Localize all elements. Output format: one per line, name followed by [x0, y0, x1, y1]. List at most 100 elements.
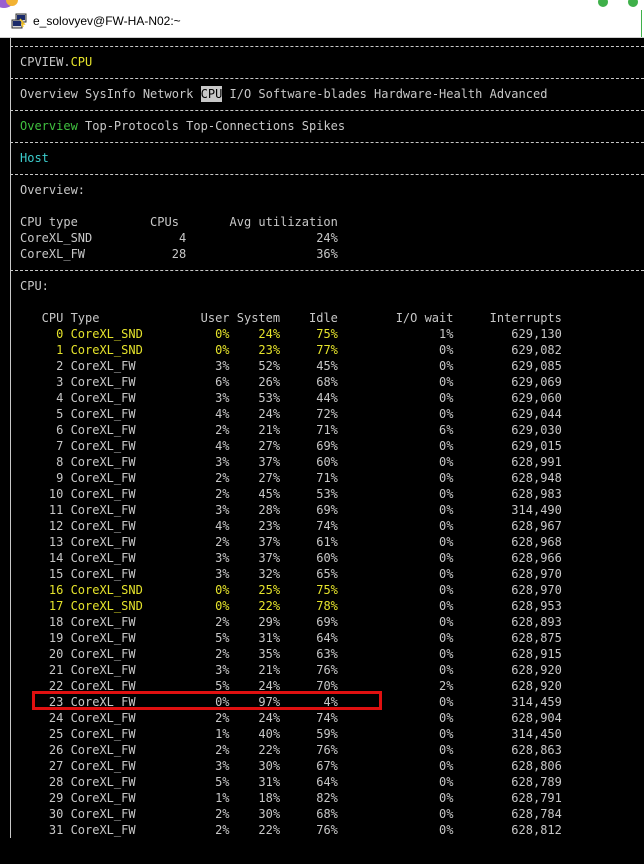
cpu-iowait: 0% [395, 375, 454, 389]
cpu-row: 16 CoreXL_SND 0% 25% 75% 0% 628,970 [0, 582, 644, 598]
cpu-interrupts: 629,085 [489, 359, 562, 373]
overview-row: CoreXL_FW 28 36% [0, 246, 644, 262]
cpu-id: 0 [20, 327, 64, 341]
cpu-type: CoreXL_FW [70, 359, 136, 373]
frame-border [10, 230, 11, 246]
tab-sysinfo[interactable]: SysInfo [85, 86, 136, 102]
cpu-interrupts: 628,789 [489, 775, 562, 789]
subtab-overview[interactable]: Overview [20, 118, 78, 134]
frame-border [10, 678, 11, 694]
frame-border [10, 774, 11, 790]
cpu-row: 0 CoreXL_SND 0% 24% 75% 1% 629,130 [0, 326, 644, 342]
cpu-interrupts: 628,948 [489, 471, 562, 485]
cpu-type: CoreXL_FW [70, 759, 136, 773]
cpu-iowait: 0% [395, 567, 454, 581]
window-titlebar[interactable]: e_solovyev@FW-HA-N02:~ [0, 0, 644, 38]
tab-network[interactable]: Network [143, 86, 194, 102]
cpu-idle: 69% [294, 439, 338, 453]
tab-hardware-health[interactable]: Hardware-Health [374, 86, 482, 102]
cpu-type: CoreXL_FW [70, 391, 136, 405]
cpu-idle: 75% [294, 583, 338, 597]
cpu-type: CoreXL_SND [70, 343, 143, 357]
cpu-idle: 59% [294, 727, 338, 741]
cpu-iowait: 0% [395, 711, 454, 725]
cpu-user: 2% [200, 615, 230, 629]
blank-line [0, 294, 644, 310]
cpu-idle: 65% [294, 567, 338, 581]
cpu-row: 5 CoreXL_FW 4% 24% 72% 0% 629,044 [0, 406, 644, 422]
cpu-type: CoreXL_FW [70, 519, 136, 533]
cpu-interrupts: 628,920 [489, 679, 562, 693]
cpu-id: 9 [20, 471, 64, 485]
cpu-iowait: 0% [395, 407, 454, 421]
cpu-type: CoreXL_SND [70, 599, 143, 613]
putty-icon[interactable] [11, 13, 27, 29]
subtab-top-connections[interactable]: Top-Connections [186, 118, 294, 134]
cpu-id: 3 [20, 375, 64, 389]
cpu-interrupts: 628,784 [489, 807, 562, 821]
frame-border [10, 694, 11, 710]
tab-advanced[interactable]: Advanced [490, 86, 548, 102]
frame-border [10, 422, 11, 438]
cpu-id: 21 [20, 663, 64, 677]
cpu-idle: 63% [294, 647, 338, 661]
cpu-col-idle: Idle [309, 311, 338, 325]
subtab-top-protocols[interactable]: Top-Protocols [85, 118, 179, 134]
cpu-header-row: CPU Type User System Idle I/O wait Interrupts [0, 310, 644, 326]
cpu-interrupts: 629,030 [489, 423, 562, 437]
cpu-row: 25 CoreXL_FW 1% 40% 59% 0% 314,450 [0, 726, 644, 742]
cpu-id: 25 [20, 727, 64, 741]
cpu-row: 6 CoreXL_FW 2% 21% 71% 6% 629,030 [0, 422, 644, 438]
cpu-system: 53% [236, 391, 281, 405]
tab-software-blades[interactable]: Software-blades [258, 86, 366, 102]
cpu-idle: 64% [294, 775, 338, 789]
cpu-type: CoreXL_FW [70, 487, 136, 501]
overview-heading-line: Overview: [0, 182, 644, 198]
subtab-spikes[interactable]: Spikes [302, 118, 345, 134]
cpu-id: 6 [20, 423, 64, 437]
frame-border [10, 454, 11, 470]
cpu-interrupts: 629,130 [489, 327, 562, 341]
frame-border [10, 470, 11, 486]
cpu-system: 37% [236, 535, 281, 549]
cpu-iowait: 0% [395, 503, 454, 517]
cpu-idle: 72% [294, 407, 338, 421]
tab-cpu[interactable]: CPU [200, 86, 223, 102]
cpu-system: 24% [236, 327, 281, 341]
cpu-row: 8 CoreXL_FW 3% 37% 60% 0% 628,991 [0, 454, 644, 470]
cpu-type: CoreXL_FW [70, 807, 136, 821]
frame-border [10, 294, 11, 310]
cpu-idle: 71% [294, 423, 338, 437]
cpu-row: 27 CoreXL_FW 3% 30% 67% 0% 628,806 [0, 758, 644, 774]
frame-border [10, 342, 11, 358]
cpu-id: 10 [20, 487, 64, 501]
frame-border [10, 630, 11, 646]
cpu-type: CoreXL_FW [70, 535, 136, 549]
cpu-row: 31 CoreXL_FW 2% 22% 76% 0% 628,812 [0, 822, 644, 838]
frame-border [10, 86, 11, 102]
cpu-idle: 77% [294, 343, 338, 357]
tab-i-o[interactable]: I/O [230, 86, 252, 102]
cpu-interrupts: 629,015 [489, 439, 562, 453]
host-label[interactable]: Host [20, 150, 49, 166]
cpu-type: CoreXL_FW [70, 775, 136, 789]
cpu-idle: 82% [294, 791, 338, 805]
cpu-user: 2% [200, 807, 230, 821]
frame-border [10, 790, 11, 806]
cpu-idle: 76% [294, 743, 338, 757]
cpu-row: 11 CoreXL_FW 3% 28% 69% 0% 314,490 [0, 502, 644, 518]
terminal-screen[interactable]: CPVIEW. CPU Overview SysInfo Network CPU I/O So… [0, 38, 644, 864]
window-title: e_solovyev@FW-HA-N02:~ [33, 14, 181, 28]
cpu-id: 7 [20, 439, 64, 453]
cpu-user: 6% [200, 375, 230, 389]
cpu-interrupts: 314,490 [489, 503, 562, 517]
tab-overview[interactable]: Overview [20, 86, 78, 102]
cpu-idle: 75% [294, 327, 338, 341]
frame-border [10, 150, 11, 166]
cpu-user: 3% [200, 567, 230, 581]
cpu-iowait: 0% [395, 455, 454, 469]
cpu-row: 15 CoreXL_FW 3% 32% 65% 0% 628,970 [0, 566, 644, 582]
cpu-id: 20 [20, 647, 64, 661]
frame-border [10, 374, 11, 390]
cpu-idle: 61% [294, 535, 338, 549]
